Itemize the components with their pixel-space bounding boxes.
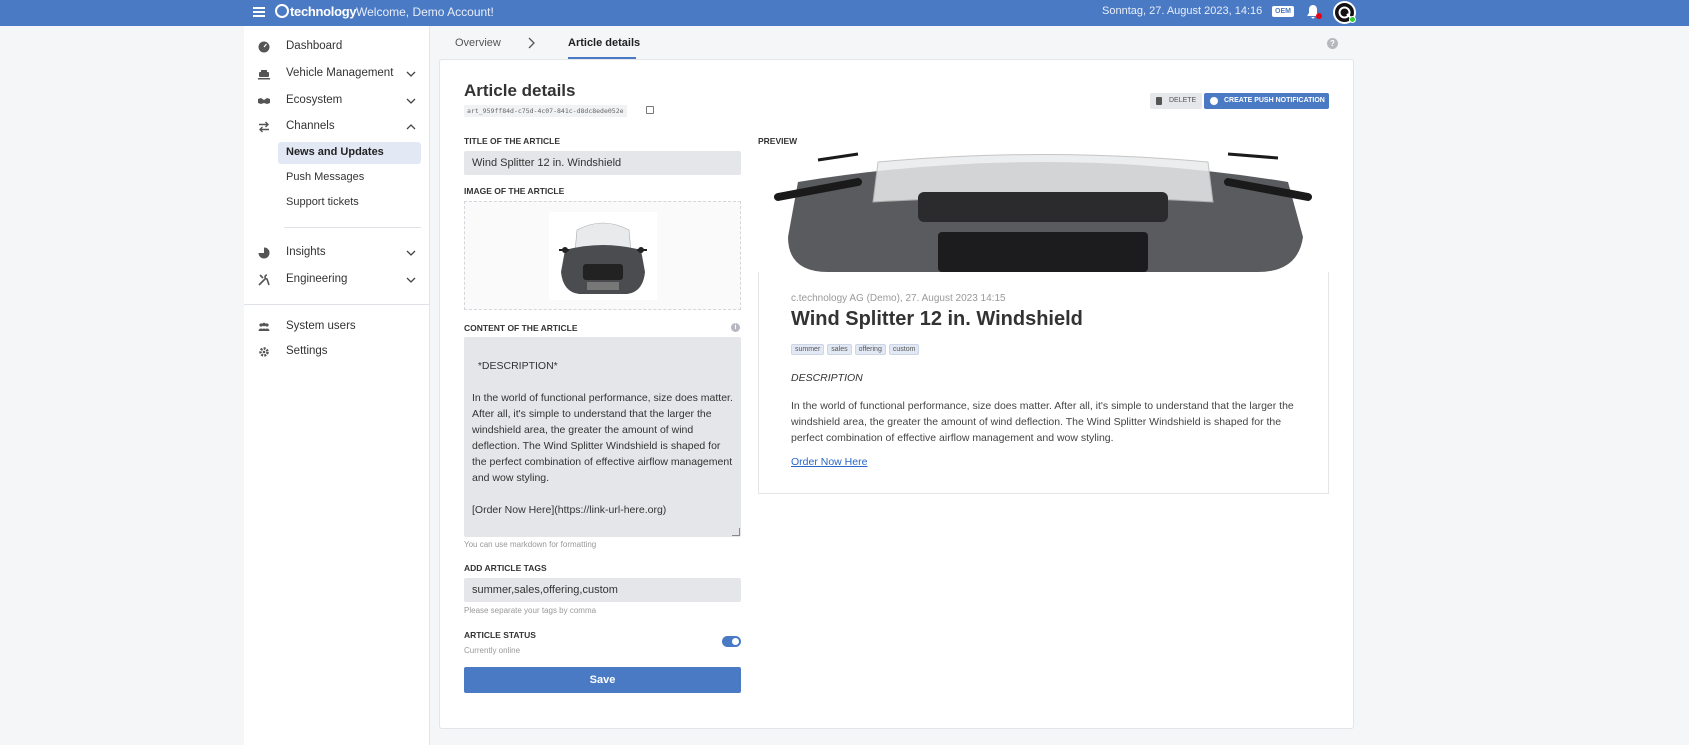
brand-logo[interactable]: technology: [275, 4, 357, 19]
pie-chart-icon: [258, 247, 270, 259]
copy-icon[interactable]: [646, 106, 654, 114]
preview-description-heading: DESCRIPTION: [791, 372, 863, 384]
sidebar-subitem-support-tickets[interactable]: Support tickets: [278, 192, 421, 214]
notification-dot: [1316, 13, 1322, 19]
create-push-notification-button[interactable]: CREATE PUSH NOTIFICATION: [1204, 93, 1329, 109]
sidebar-item-label: Insights: [286, 246, 326, 258]
sidebar-item-vehicle-management[interactable]: Vehicle Management: [244, 63, 430, 85]
title-label: TITLE OF THE ARTICLE: [464, 136, 561, 146]
vehicle-icon: [258, 70, 270, 80]
notification-bell-icon[interactable]: [1306, 4, 1322, 20]
page-title: Article details: [464, 81, 576, 100]
chevron-down-icon: [406, 250, 416, 256]
tags-hint: Please separate your tags by comma: [464, 606, 597, 615]
preview-body-text: In the world of functional performance, …: [791, 400, 1294, 444]
breadcrumb-article-details[interactable]: Article details: [568, 37, 640, 49]
sidebar-item-system-users[interactable]: System users: [244, 316, 430, 338]
handshake-icon: [258, 98, 270, 104]
sidebar-item-channels[interactable]: Channels: [244, 116, 430, 138]
sidebar-item-engineering[interactable]: Engineering: [244, 269, 430, 291]
sidebar-divider: [244, 304, 430, 305]
users-icon: [258, 322, 270, 331]
toggle-knob: [732, 638, 739, 645]
content-hint: You can use markdown for formatting: [464, 540, 597, 549]
content-label: CONTENT OF THE ARTICLE: [464, 323, 578, 333]
tools-icon: [258, 274, 270, 286]
tags-label: ADD ARTICLE TAGS: [464, 563, 547, 573]
delete-button-label: DELETE: [1169, 97, 1197, 104]
sidebar-item-label: System users: [286, 320, 356, 332]
sidebar-subitem-push-messages[interactable]: Push Messages: [278, 167, 421, 189]
online-status-dot: [1349, 16, 1356, 23]
preview-tag: summer: [791, 344, 825, 355]
brand-name: technology: [290, 4, 357, 19]
oem-badge[interactable]: OEM: [1272, 6, 1294, 17]
save-button[interactable]: Save: [464, 667, 741, 693]
sidebar-item-ecosystem[interactable]: Ecosystem: [244, 90, 430, 112]
status-text: Currently online: [464, 646, 521, 655]
delete-button[interactable]: DELETE: [1150, 93, 1202, 109]
user-avatar[interactable]: [1333, 1, 1356, 24]
preview-hero-image: [758, 152, 1329, 272]
content-textarea[interactable]: *DESCRIPTION* In the world of functional…: [464, 337, 741, 537]
sidebar-divider: [284, 227, 421, 228]
image-dropzone[interactable]: [464, 201, 741, 310]
sidebar-item-label: Vehicle Management: [286, 67, 394, 79]
trash-icon: [1156, 97, 1162, 105]
welcome-message: Welcome, Demo Account!: [356, 5, 494, 19]
preview-tags: summer sales offering custom: [791, 338, 922, 356]
sidebar-item-settings[interactable]: Settings: [244, 341, 430, 363]
sidebar-item-label: Settings: [286, 345, 328, 357]
sidebar-item-label: Engineering: [286, 273, 348, 285]
dashboard-icon: [258, 41, 270, 53]
article-image-thumbnail[interactable]: [549, 212, 657, 300]
sidebar: Dashboard Vehicle Management Ecosystem C…: [244, 26, 430, 745]
sidebar-item-label: Ecosystem: [286, 94, 343, 106]
title-input[interactable]: [464, 151, 741, 175]
preview-body: c.technology AG (Demo), 27. August 2023 …: [758, 272, 1329, 494]
sidebar-item-label: Dashboard: [286, 40, 343, 52]
resize-handle[interactable]: [732, 528, 740, 536]
breadcrumb-overview[interactable]: Overview: [455, 37, 501, 49]
push-button-label: CREATE PUSH NOTIFICATION: [1224, 97, 1325, 104]
gear-icon: [259, 347, 269, 357]
preview-order-link[interactable]: Order Now Here: [791, 456, 867, 468]
article-id: art_959ff84d-c75d-4c07-841c-d8dc8ede052e: [464, 105, 627, 117]
sidebar-item-insights[interactable]: Insights: [244, 242, 430, 264]
push-icon: [1210, 97, 1218, 105]
sidebar-item-label: Channels: [286, 120, 335, 132]
status-label: ARTICLE STATUS: [464, 630, 536, 640]
sidebar-subitem-news-and-updates[interactable]: News and Updates: [278, 142, 421, 164]
chevron-up-icon: [406, 124, 416, 130]
tags-input[interactable]: [464, 578, 741, 602]
image-label: IMAGE OF THE ARTICLE: [464, 186, 565, 196]
chevron-right-icon: [528, 37, 535, 49]
chevron-down-icon: [406, 98, 416, 104]
sidebar-item-dashboard[interactable]: Dashboard: [244, 36, 430, 58]
content-text: *DESCRIPTION* In the world of functional…: [472, 360, 733, 516]
preview-meta: c.technology AG (Demo), 27. August 2023 …: [791, 293, 1006, 304]
top-bar: technology Welcome, Demo Account! Sonnta…: [0, 0, 1689, 26]
preview-tag: sales: [827, 344, 852, 355]
preview-title: Wind Splitter 12 in. Windshield: [791, 308, 1083, 330]
preview-tag: custom: [888, 344, 920, 355]
info-icon[interactable]: i: [731, 323, 740, 332]
status-toggle[interactable]: [722, 636, 741, 647]
preview-tag: offering: [854, 344, 886, 355]
help-icon[interactable]: ?: [1327, 38, 1338, 49]
arrows-exchange-icon: [259, 121, 269, 133]
chevron-down-icon: [406, 71, 416, 77]
chevron-down-icon: [406, 277, 416, 283]
menu-icon[interactable]: [253, 5, 265, 19]
current-datetime: Sonntag, 27. August 2023, 14:16: [1102, 5, 1263, 17]
preview-label: PREVIEW: [758, 136, 798, 146]
